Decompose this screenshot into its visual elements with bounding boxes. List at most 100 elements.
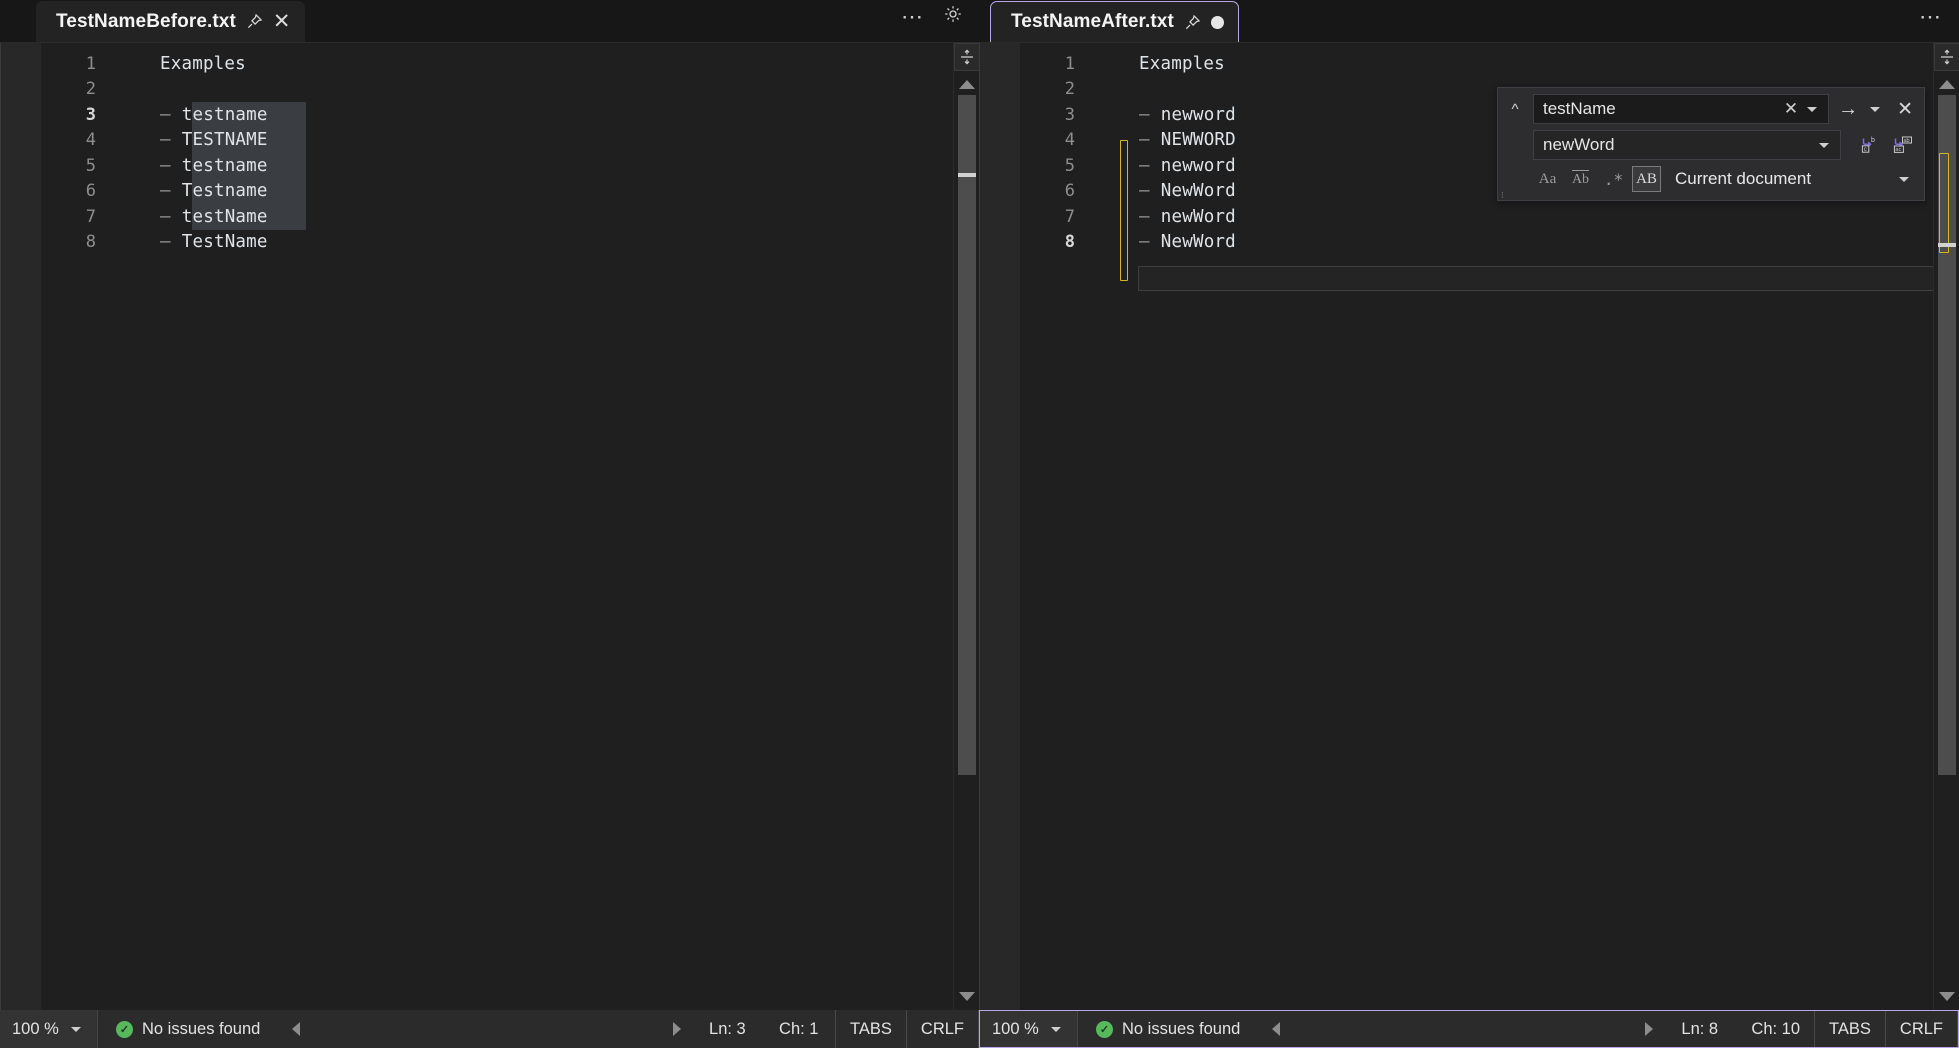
change-bar [96, 102, 112, 128]
issues-label: No issues found [1122, 1020, 1240, 1039]
horizontal-scrollbar-right[interactable] [1258, 1011, 1667, 1047]
ellipsis-icon[interactable]: ⋯ [1919, 11, 1943, 23]
match-case-toggle[interactable]: Aa [1533, 166, 1562, 192]
gear-icon[interactable] [943, 4, 963, 29]
tab-testnameafter[interactable]: TestNameAfter.txt [990, 1, 1239, 42]
hscroll-right-icon[interactable] [673, 1022, 681, 1036]
use-regex-toggle[interactable]: .* [1599, 166, 1628, 192]
line-number: 2 [1020, 79, 1075, 99]
hscroll-track[interactable] [1280, 1021, 1645, 1037]
scroll-down-icon[interactable] [959, 992, 975, 1001]
close-icon[interactable]: ✕ [273, 11, 291, 32]
code-line[interactable]: 5 — testname [41, 153, 953, 179]
line-ending-indicator[interactable]: CRLF [1885, 1011, 1958, 1047]
line-text: Examples [160, 54, 246, 74]
chevron-down-icon[interactable] [71, 1027, 81, 1032]
code-line[interactable]: 1 Examples [41, 51, 953, 77]
scroll-thumb[interactable] [958, 95, 976, 775]
zoom-selector[interactable]: 100 % [0, 1010, 98, 1048]
line-text: newWord [1161, 207, 1236, 227]
list-dash: — [1139, 156, 1150, 176]
scroll-up-icon[interactable] [1939, 80, 1955, 89]
pin-icon[interactable] [246, 13, 263, 30]
find-history-chevron-down-icon[interactable] [1807, 107, 1817, 112]
scroll-up-icon[interactable] [959, 80, 975, 89]
code-line[interactable]: 6 — Testname [41, 179, 953, 205]
search-scope-toggle[interactable]: AB [1632, 166, 1661, 192]
indentation-indicator[interactable]: TABS [835, 1010, 906, 1048]
find-row: ^ testName ✕ → ✕ [1504, 94, 1916, 124]
clear-icon[interactable]: ✕ [1778, 99, 1804, 119]
change-bar [96, 179, 112, 205]
list-dash: — [160, 207, 171, 227]
line-number: 8 [41, 232, 96, 252]
code-area-left[interactable]: 1 Examples 2 3 — [41, 43, 953, 1010]
line-text: NewWord [1161, 181, 1236, 201]
line-number: 7 [1020, 207, 1075, 227]
pin-icon[interactable] [1184, 14, 1201, 31]
line-ending-indicator[interactable]: CRLF [906, 1010, 979, 1048]
scope-chevron-down-icon[interactable] [1899, 177, 1909, 182]
split-view-icon[interactable] [954, 43, 980, 71]
scroll-track[interactable] [958, 95, 976, 986]
svg-text:ab: ab [1904, 138, 1910, 144]
replace-all-icon[interactable]: ab ac [1890, 132, 1916, 158]
vertical-scrollbar-left[interactable] [953, 43, 979, 1010]
code-line[interactable]: 2 [41, 77, 953, 103]
find-next-arrow-right-icon[interactable]: → [1836, 99, 1860, 119]
line-number: 2 [41, 79, 96, 99]
svg-text:c: c [1864, 147, 1867, 153]
issues-status[interactable]: ✓ No issues found [98, 1020, 278, 1039]
replace-input[interactable]: newWord [1533, 130, 1841, 160]
scroll-down-icon[interactable] [1939, 992, 1955, 1001]
code-line[interactable]: 4 — TESTNAME [41, 128, 953, 154]
unsaved-dot-icon[interactable] [1211, 16, 1224, 29]
visual-studio-window: TestNameBefore.txt ✕ ⋯ [0, 0, 1959, 1048]
code-line[interactable]: 8 — TestName [41, 230, 953, 256]
line-number: 8 [1020, 232, 1075, 252]
code-lines-left: 1 Examples 2 3 — [41, 51, 953, 255]
line-text: TESTNAME [182, 130, 268, 150]
line-indicator: Ln: 3 [695, 1020, 765, 1039]
editor-body-right: 1 Examples 2 3 — [979, 42, 1959, 1010]
chevron-down-icon[interactable] [1051, 1027, 1061, 1032]
horizontal-scrollbar-left[interactable] [278, 1010, 695, 1048]
hscroll-right-icon[interactable] [1645, 1022, 1653, 1036]
use-regex-label: .* [1604, 170, 1623, 189]
resize-grip-icon[interactable]: ⁝ [1501, 193, 1505, 197]
code-line[interactable]: 1 Examples [1020, 51, 1933, 77]
code-line[interactable]: 3 — testname [41, 102, 953, 128]
hscroll-left-icon[interactable] [1272, 1022, 1280, 1036]
replace-buttons: b c ab ac [1848, 132, 1916, 158]
zoom-level: 100 % [992, 1020, 1039, 1039]
code-line[interactable]: 7 — newWord [1020, 204, 1933, 230]
scroll-track[interactable] [1938, 95, 1956, 986]
change-bar [96, 128, 112, 154]
hscroll-track[interactable] [300, 1021, 673, 1037]
replace-next-icon[interactable]: b c [1856, 132, 1882, 158]
replace-history-chevron-down-icon[interactable] [1819, 143, 1829, 148]
find-input[interactable]: testName ✕ [1533, 94, 1829, 124]
find-options-chevron-down-icon[interactable] [1870, 107, 1880, 112]
chevron-up-icon[interactable]: ^ [1504, 95, 1526, 123]
match-whole-word-toggle[interactable]: Ab [1566, 166, 1595, 192]
line-number: 6 [1020, 181, 1075, 201]
split-view-icon[interactable] [1934, 43, 1959, 71]
issues-status[interactable]: ✓ No issues found [1078, 1020, 1258, 1039]
issues-label: No issues found [142, 1020, 260, 1039]
code-line[interactable]: 8 — NewWord [1020, 230, 1933, 256]
line-number: 5 [1020, 156, 1075, 176]
code-line[interactable]: 7 — testName [41, 204, 953, 230]
hscroll-left-icon[interactable] [292, 1022, 300, 1036]
vertical-scrollbar-right[interactable] [1933, 43, 1959, 1010]
current-line-highlight [1138, 266, 1933, 291]
indentation-indicator[interactable]: TABS [1814, 1011, 1885, 1047]
svg-text:b: b [1871, 137, 1875, 144]
close-icon[interactable]: ✕ [1894, 100, 1916, 119]
check-circle-icon: ✓ [1096, 1021, 1113, 1038]
zoom-selector[interactable]: 100 % [980, 1011, 1078, 1047]
line-number: 1 [41, 54, 96, 74]
editor-margin-left [1, 43, 41, 1010]
ellipsis-icon[interactable]: ⋯ [901, 11, 925, 23]
tab-testnamebefore[interactable]: TestNameBefore.txt ✕ [36, 1, 305, 42]
